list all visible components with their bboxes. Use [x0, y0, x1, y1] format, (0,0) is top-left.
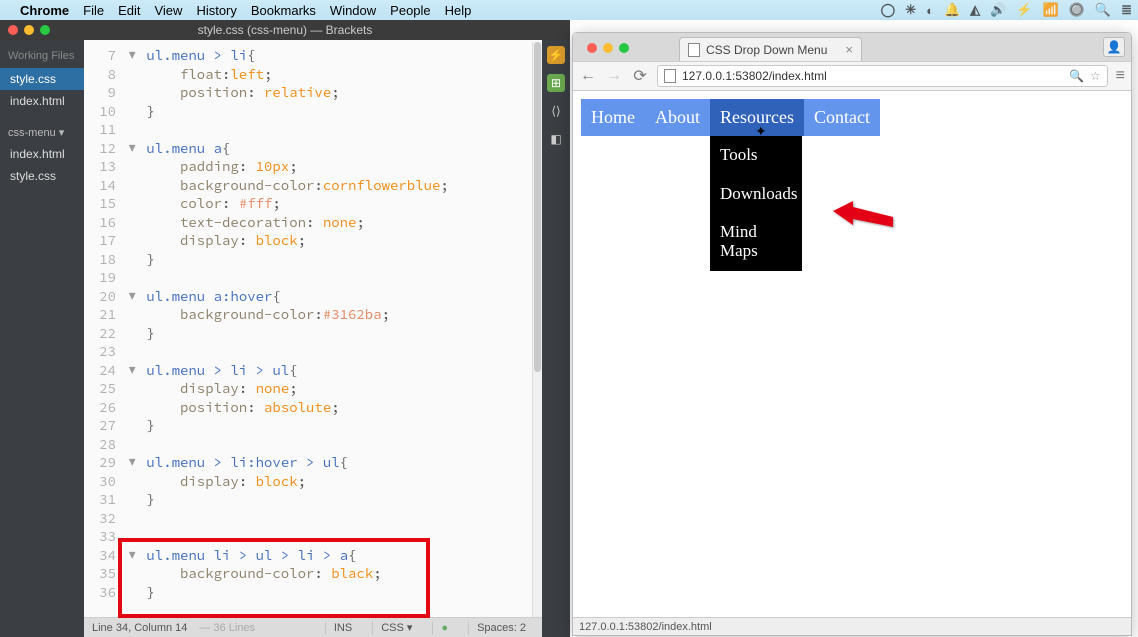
- chrome-status-bar: 127.0.0.1:53802/index.html: [573, 617, 1131, 635]
- battery-icon[interactable]: ⚡: [1016, 2, 1032, 18]
- submenu-item[interactable]: Downloads: [710, 175, 802, 214]
- extension-icon[interactable]: ◧: [547, 130, 565, 148]
- menu-item[interactable]: Help: [445, 3, 472, 18]
- nav-item-about[interactable]: About: [645, 99, 710, 136]
- site-info-icon[interactable]: [664, 69, 676, 83]
- brackets-titlebar[interactable]: style.css (css-menu) — Brackets: [0, 20, 570, 40]
- window-controls: [587, 43, 629, 53]
- brackets-window: style.css (css-menu) — Brackets Working …: [0, 20, 570, 637]
- menu-item[interactable]: Window: [330, 3, 376, 18]
- scroll-thumb[interactable]: [534, 42, 541, 372]
- profile-button[interactable]: 👤: [1103, 37, 1125, 57]
- code-editor[interactable]: 7891011121314151617181920212223242526272…: [84, 40, 542, 617]
- status-icon[interactable]: ◐: [926, 3, 934, 18]
- menu-item[interactable]: History: [196, 3, 236, 18]
- status-icon[interactable]: 🔘: [1069, 2, 1085, 18]
- brackets-sidebar: Working Files style.css index.html css-m…: [0, 40, 84, 637]
- status-icon[interactable]: ✳: [905, 2, 916, 18]
- editor-scrollbar[interactable]: [532, 42, 542, 617]
- chrome-tabstrip[interactable]: CSS Drop Down Menu × 👤: [573, 33, 1131, 61]
- project-file[interactable]: style.css: [0, 165, 84, 187]
- line-number-gutter: 7891011121314151617181920212223242526272…: [84, 40, 124, 617]
- working-file[interactable]: style.css: [0, 68, 84, 90]
- menu-item[interactable]: Edit: [118, 3, 140, 18]
- lint-status-icon[interactable]: ●: [432, 622, 456, 634]
- menu-item[interactable]: People: [390, 3, 430, 18]
- insert-mode[interactable]: INS: [325, 622, 360, 634]
- live-preview-icon[interactable]: ⚡: [547, 46, 565, 64]
- nav-link[interactable]: Contact: [804, 99, 880, 136]
- zoom-icon[interactable]: 🔍: [1069, 69, 1084, 83]
- nav-menu: Home About Resources Tools Downloads Min…: [581, 99, 1123, 136]
- cursor-position: Line 34, Column 14: [92, 622, 187, 634]
- url-text: 127.0.0.1:53802/index.html: [682, 69, 827, 83]
- extension-icon[interactable]: ⟨⟩: [547, 102, 565, 120]
- submenu-item[interactable]: Mind Maps: [710, 213, 802, 270]
- address-bar[interactable]: 127.0.0.1:53802/index.html 🔍 ☆: [657, 65, 1108, 87]
- zoom-window-button[interactable]: [619, 43, 629, 53]
- nav-item-home[interactable]: Home: [581, 99, 645, 136]
- code-area[interactable]: ▼ ul.menu > li{ float:left; position: re…: [124, 40, 542, 617]
- chrome-menu-button[interactable]: ≡: [1116, 67, 1125, 85]
- wifi-icon[interactable]: 📶: [1043, 2, 1059, 18]
- app-menu[interactable]: Chrome: [20, 3, 69, 18]
- working-file[interactable]: index.html: [0, 90, 84, 112]
- mac-menubar: Chrome File Edit View History Bookmarks …: [0, 0, 1138, 20]
- page-favicon-icon: [688, 43, 700, 57]
- forward-button[interactable]: →: [605, 67, 623, 85]
- browser-tab[interactable]: CSS Drop Down Menu ×: [679, 37, 862, 61]
- submenu-link[interactable]: Downloads: [710, 175, 802, 214]
- close-tab-button[interactable]: ×: [845, 42, 853, 57]
- rendered-page[interactable]: Home About Resources Tools Downloads Min…: [573, 91, 1131, 617]
- project-file[interactable]: index.html: [0, 143, 84, 165]
- status-icon[interactable]: ◯: [881, 2, 896, 18]
- menu-item[interactable]: View: [154, 3, 182, 18]
- notifications-icon[interactable]: 🔔: [944, 2, 960, 18]
- back-button[interactable]: ←: [579, 67, 597, 85]
- reload-button[interactable]: ⟳: [631, 66, 649, 86]
- bookmark-star-icon[interactable]: ☆: [1090, 69, 1101, 83]
- spotlight-icon[interactable]: 🔍: [1095, 2, 1111, 18]
- nav-link[interactable]: Resources: [710, 99, 804, 136]
- menu-item[interactable]: File: [83, 3, 104, 18]
- chrome-window: CSS Drop Down Menu × 👤 ← → ⟳ 127.0.0.1:5…: [572, 32, 1132, 636]
- submenu-link[interactable]: Mind Maps: [710, 213, 802, 270]
- status-text: 127.0.0.1:53802/index.html: [579, 621, 712, 633]
- close-window-button[interactable]: [587, 43, 597, 53]
- chrome-toolbar: ← → ⟳ 127.0.0.1:53802/index.html 🔍 ☆ ≡: [573, 61, 1131, 91]
- nav-link[interactable]: About: [645, 99, 710, 136]
- menubar-status-icons: ◯ ✳ ◐ 🔔 ◭ 🔊 ⚡ 📶 🔘 🔍 ≣: [881, 2, 1132, 18]
- submenu: Tools Downloads Mind Maps: [710, 136, 802, 271]
- nav-item-resources[interactable]: Resources Tools Downloads Mind Maps: [710, 99, 804, 136]
- submenu-item[interactable]: Tools: [710, 136, 802, 175]
- extension-icon[interactable]: ⊞: [547, 74, 565, 92]
- language-mode[interactable]: CSS ▾: [372, 621, 420, 634]
- nav-item-contact[interactable]: Contact: [804, 99, 880, 136]
- brackets-right-toolbar: ⚡ ⊞ ⟨⟩ ◧: [542, 40, 570, 637]
- working-files-heading: Working Files: [0, 46, 84, 68]
- menu-item[interactable]: Bookmarks: [251, 3, 316, 18]
- drive-icon[interactable]: ◭: [970, 2, 980, 18]
- volume-icon[interactable]: 🔊: [990, 2, 1006, 18]
- brackets-status-bar: Line 34, Column 14 — 36 Lines INS CSS ▾ …: [84, 617, 542, 637]
- nav-link[interactable]: Home: [581, 99, 645, 136]
- window-title: style.css (css-menu) — Brackets: [0, 23, 570, 37]
- notification-center-icon[interactable]: ≣: [1121, 2, 1132, 18]
- submenu-link[interactable]: Tools: [710, 136, 802, 175]
- project-dropdown[interactable]: css-menu ▾: [0, 122, 84, 143]
- tab-title: CSS Drop Down Menu: [706, 43, 827, 57]
- total-lines: — 36 Lines: [199, 622, 255, 634]
- annotation-arrow-icon: [831, 199, 901, 239]
- indent-setting[interactable]: Spaces: 2: [468, 622, 534, 634]
- minimize-window-button[interactable]: [603, 43, 613, 53]
